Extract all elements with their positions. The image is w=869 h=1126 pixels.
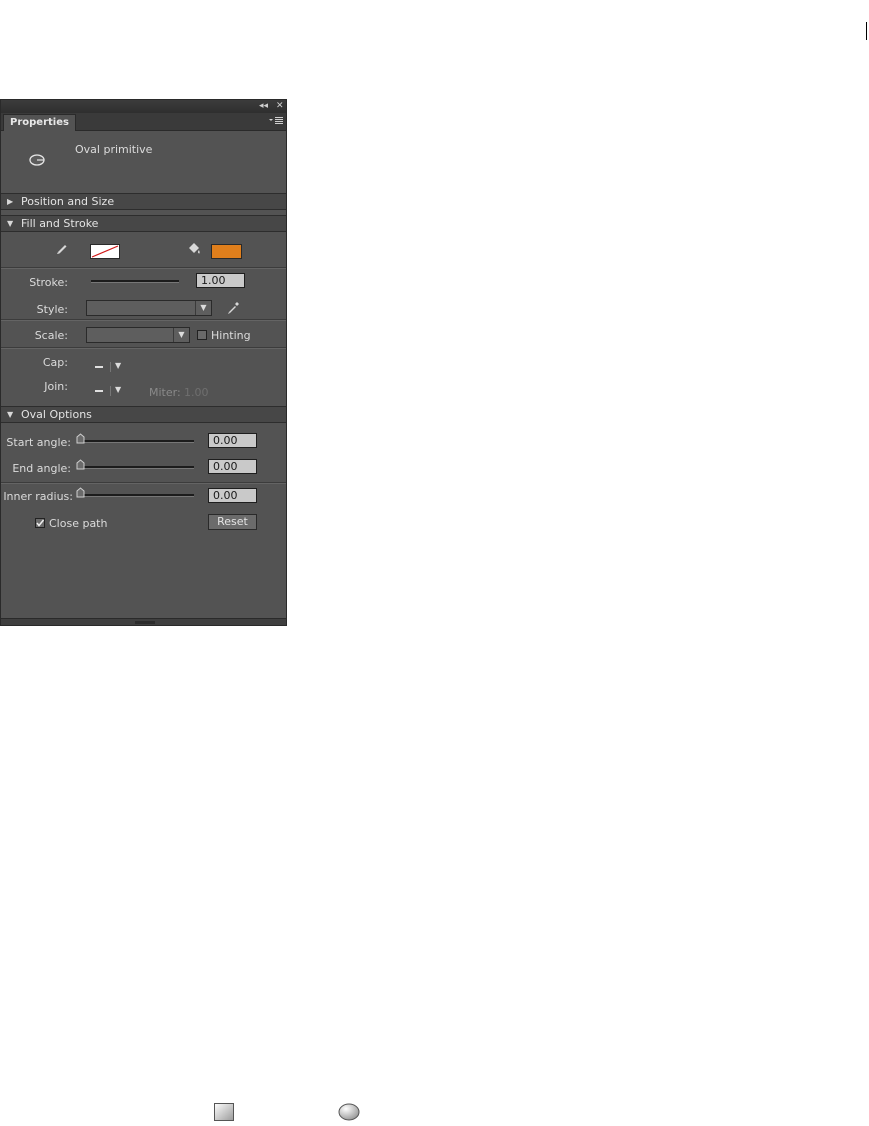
cap-style-icon	[95, 366, 103, 368]
stroke-label: Stroke:	[29, 276, 68, 289]
divider	[1, 319, 286, 321]
join-label: Join:	[44, 380, 68, 393]
divider	[110, 362, 111, 372]
close-path-label: Close path	[49, 517, 108, 530]
inner-radius-field[interactable]: 0.00	[208, 488, 257, 503]
scale-label: Scale:	[34, 329, 68, 342]
scale-dropdown[interactable]: ▼	[86, 327, 190, 343]
pencil-icon	[55, 241, 69, 258]
divider	[1, 347, 286, 349]
section-title: Oval Options	[21, 408, 92, 421]
expand-arrow-icon: ▶	[7, 197, 14, 206]
close-panel-icon[interactable]: ✕	[276, 100, 284, 113]
rectangle-primitive-icon	[213, 1102, 235, 1126]
eyedropper-icon[interactable]	[226, 301, 240, 318]
collapse-panel-icon[interactable]: ◂◂	[259, 100, 268, 113]
panel-title-bar: ◂◂ ✕	[1, 100, 286, 114]
object-type-label: Oval primitive	[75, 143, 153, 156]
hinting-label: Hinting	[211, 329, 251, 342]
section-fill-and-stroke[interactable]: ▼ Fill and Stroke	[1, 215, 286, 232]
inner-radius-slider[interactable]	[77, 494, 194, 497]
resize-grip[interactable]	[135, 621, 155, 624]
collapse-arrow-icon: ▼	[7, 219, 14, 228]
collapse-arrow-icon: ▼	[7, 410, 14, 419]
divider	[1, 267, 286, 269]
start-angle-field[interactable]: 0.00	[208, 433, 257, 448]
miter-value: 1.00	[184, 386, 209, 399]
section-title: Position and Size	[21, 195, 115, 208]
divider	[1, 482, 286, 484]
section-title: Fill and Stroke	[21, 217, 99, 230]
miter-label: Miter:	[149, 386, 181, 399]
style-label: Style:	[36, 303, 68, 316]
tab-properties[interactable]: Properties	[3, 114, 76, 131]
chevron-down-icon: ▼	[115, 385, 122, 394]
fill-color-swatch[interactable]	[211, 244, 242, 259]
chevron-down-icon: ▼	[115, 361, 122, 370]
slider-thumb[interactable]	[76, 433, 85, 444]
page-edge-rule	[866, 22, 867, 40]
section-position-and-size[interactable]: ▶ Position and Size	[1, 193, 286, 210]
inner-radius-label: Inner radius:	[3, 490, 73, 503]
oval-primitive-icon	[337, 1102, 361, 1126]
end-angle-slider[interactable]	[77, 466, 194, 469]
properties-panel: ◂◂ ✕ Properties Oval primitive ▶ Positio…	[0, 99, 287, 626]
paint-bucket-icon	[186, 241, 202, 260]
oval-primitive-icon	[27, 153, 47, 170]
stroke-slider[interactable]	[91, 280, 179, 283]
end-angle-field[interactable]: 0.00	[208, 459, 257, 474]
start-angle-label: Start angle:	[6, 436, 71, 449]
chevron-down-icon: ▼	[195, 301, 211, 315]
join-style-icon	[95, 390, 103, 392]
checkmark-icon	[36, 519, 45, 527]
slider-thumb[interactable]	[76, 487, 85, 498]
reset-button[interactable]: Reset	[208, 514, 257, 530]
section-oval-options[interactable]: ▼ Oval Options	[1, 406, 286, 423]
stroke-width-field[interactable]: 1.00	[196, 273, 245, 288]
close-path-checkbox[interactable]	[35, 518, 45, 528]
style-dropdown[interactable]: ▼	[86, 300, 212, 316]
divider	[110, 386, 111, 396]
stroke-color-swatch[interactable]	[90, 244, 120, 259]
chevron-down-icon: ▼	[173, 328, 189, 342]
panel-menu-icon[interactable]	[268, 114, 284, 128]
end-angle-label: End angle:	[12, 462, 71, 475]
tab-row: Properties	[1, 113, 286, 131]
slider-thumb[interactable]	[76, 459, 85, 470]
object-header: Oval primitive	[1, 131, 286, 193]
start-angle-slider[interactable]	[77, 440, 194, 443]
cap-label: Cap:	[42, 356, 68, 369]
hinting-checkbox[interactable]	[197, 330, 207, 340]
